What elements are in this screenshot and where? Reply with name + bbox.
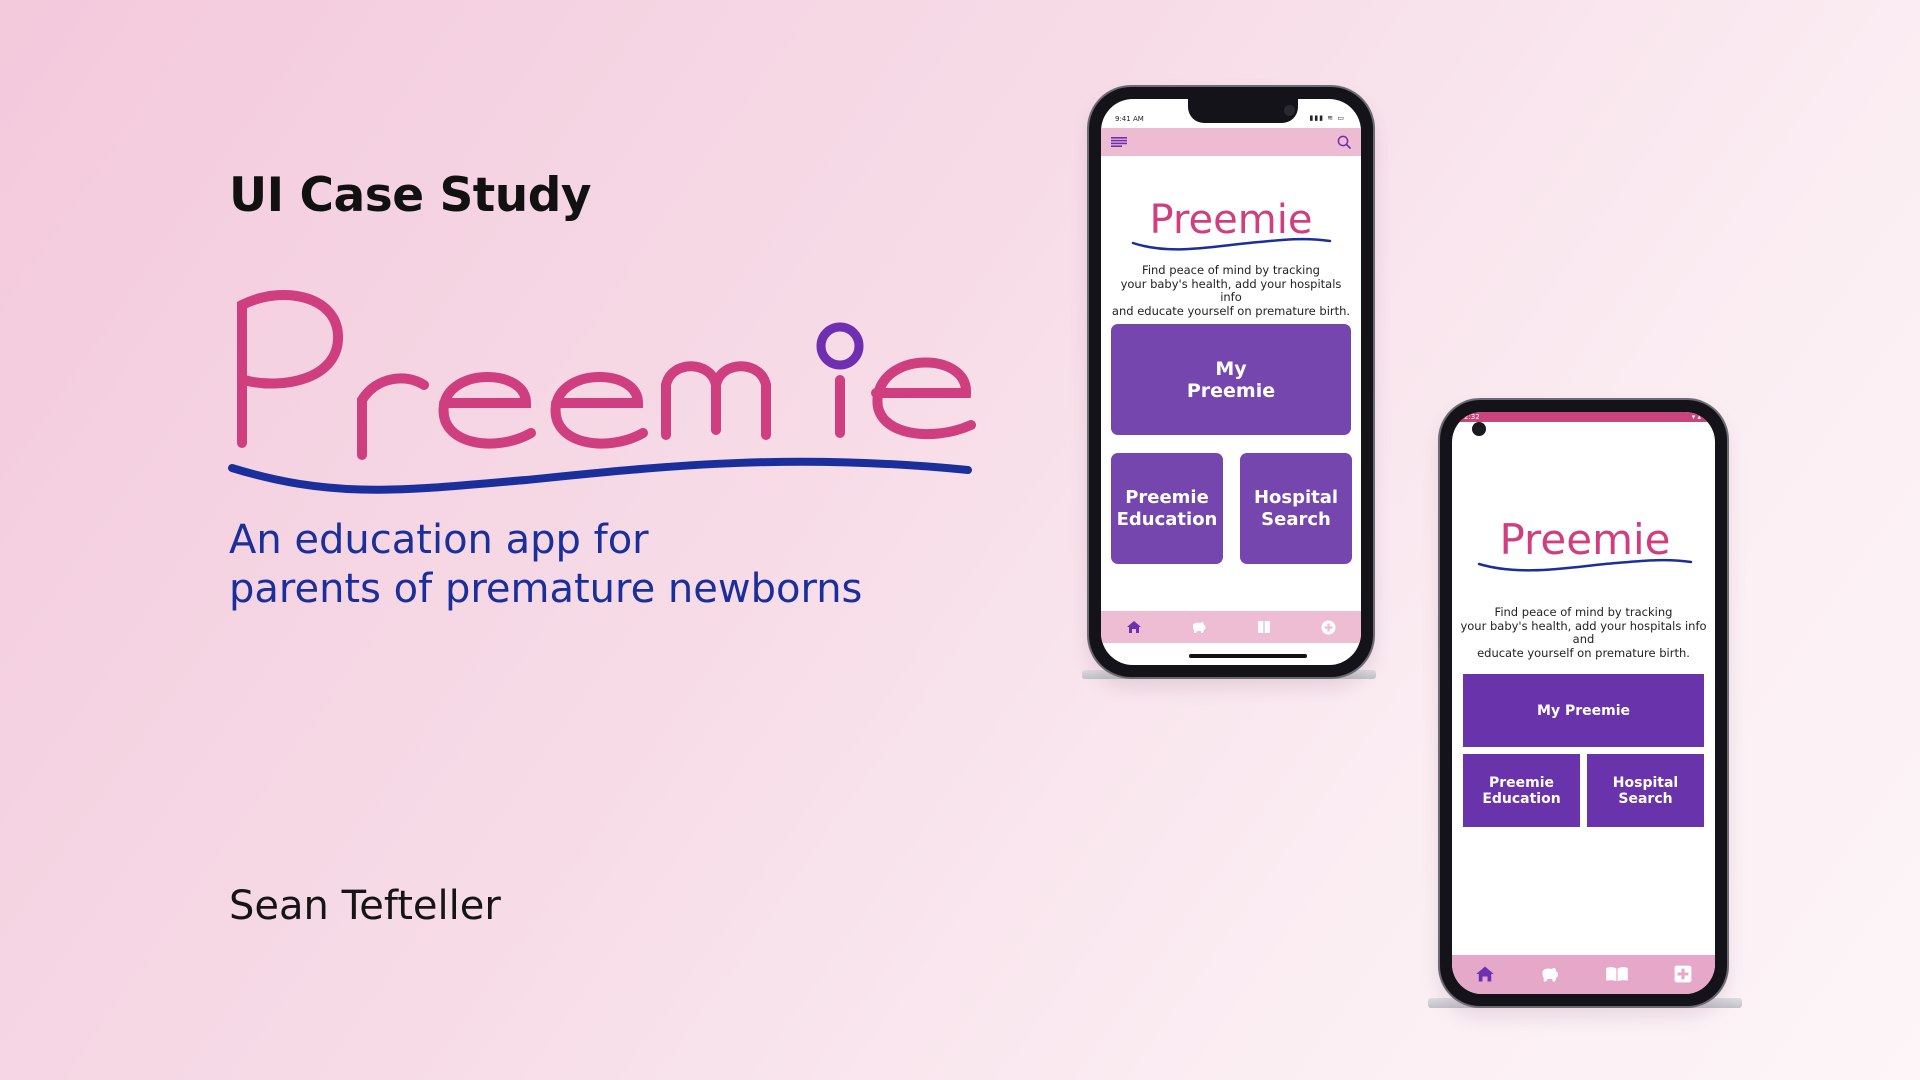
tile-label: My <box>1215 357 1247 380</box>
tab-baby[interactable] <box>1191 620 1207 634</box>
tile-label: Preemie <box>1186 379 1276 402</box>
home-icon <box>1126 621 1141 633</box>
description-line: your baby's health, add your hospitals i… <box>1460 618 1707 646</box>
tab-home[interactable] <box>1126 620 1142 634</box>
tab-education[interactable] <box>1605 965 1629 983</box>
tile-label: Hospital <box>1612 774 1679 791</box>
tile-label: Education <box>1482 790 1561 807</box>
preemie-education-button[interactable]: Preemie Education <box>1111 453 1223 564</box>
logo-text: Preemie <box>1499 515 1670 564</box>
description-line: Find peace of mind by tracking <box>1494 605 1673 619</box>
description-line: your baby's health, add your hospitals i… <box>1120 276 1342 304</box>
tab-hospital[interactable] <box>1321 620 1336 635</box>
iphone-screen: 9:41 AM ▮▮▮ ≋ ▭ Preemie Find peace of mi… <box>1101 99 1361 665</box>
app-description: Find peace of mind by tracking your baby… <box>1458 605 1709 660</box>
author-name: Sean Tefteller <box>229 883 501 929</box>
iphone-mockup: 9:41 AM ▮▮▮ ≋ ▭ Preemie Find peace of mi… <box>1089 87 1373 677</box>
app-bar <box>1101 128 1361 156</box>
preemie-education-button[interactable]: Preemie Education <box>1463 754 1580 827</box>
tab-education[interactable] <box>1256 620 1272 634</box>
bottom-tab-bar <box>1101 611 1361 643</box>
tab-baby[interactable] <box>1540 965 1560 983</box>
tagline-line-1: An education app for <box>229 517 649 563</box>
bottom-tab-bar <box>1452 955 1715 994</box>
app-description: Find peace of mind by tracking your baby… <box>1109 263 1353 318</box>
home-icon <box>1475 966 1494 981</box>
tile-label: Preemie <box>1488 774 1555 791</box>
tab-home[interactable] <box>1475 965 1495 983</box>
status-time: 2:32 <box>1464 413 1480 421</box>
status-bar: 2:32 ▾ ▴ <box>1452 412 1715 422</box>
android-mockup: 2:32 ▾ ▴ Preemie Find peace of mind by t… <box>1440 400 1727 1006</box>
logo-text: Preemie <box>1150 197 1313 243</box>
notch <box>1188 99 1298 123</box>
tagline: An education app for parents of prematur… <box>229 516 862 614</box>
description-line: and educate yourself on premature birth. <box>1111 303 1351 318</box>
search-icon[interactable] <box>1337 135 1351 149</box>
baby-icon <box>1542 967 1558 981</box>
preemie-logo: Preemie <box>1477 515 1693 572</box>
book-icon <box>1606 966 1628 981</box>
tile-label: My Preemie <box>1537 702 1630 719</box>
tile-label: Education <box>1116 508 1218 530</box>
preemie-logo: Preemie <box>1131 197 1332 251</box>
plus-icon <box>1321 620 1336 634</box>
hospital-search-button[interactable]: Hospital Search <box>1587 754 1704 827</box>
front-camera <box>1284 105 1295 116</box>
menu-icon[interactable] <box>1111 137 1127 147</box>
front-camera <box>1472 422 1486 436</box>
hospital-search-button[interactable]: Hospital Search <box>1240 453 1352 564</box>
android-screen: 2:32 ▾ ▴ Preemie Find peace of mind by t… <box>1452 412 1715 994</box>
description-line: educate yourself on premature birth. <box>1477 645 1690 660</box>
tagline-line-2: parents of premature newborns <box>229 566 863 612</box>
tile-label: Search <box>1261 508 1331 530</box>
my-preemie-button[interactable]: My Preemie <box>1111 324 1351 435</box>
case-study-eyebrow: UI Case Study <box>229 168 592 223</box>
description-line: Find peace of mind by tracking <box>1142 263 1320 277</box>
tile-label: Hospital <box>1253 486 1339 508</box>
status-icons: ▮▮▮ ≋ ▭ <box>1309 114 1345 122</box>
home-indicator[interactable] <box>1189 654 1307 658</box>
tile-label: Search <box>1618 790 1673 807</box>
my-preemie-button[interactable]: My Preemie <box>1463 674 1704 747</box>
baby-icon <box>1192 622 1206 633</box>
plus-icon <box>1674 965 1692 982</box>
tab-hospital[interactable] <box>1674 965 1692 983</box>
preemie-hero-logo <box>228 290 976 494</box>
status-icons: ▾ ▴ <box>1691 413 1701 421</box>
status-time: 9:41 AM <box>1115 115 1144 123</box>
book-icon <box>1258 621 1271 633</box>
tile-label: Preemie <box>1125 486 1209 508</box>
